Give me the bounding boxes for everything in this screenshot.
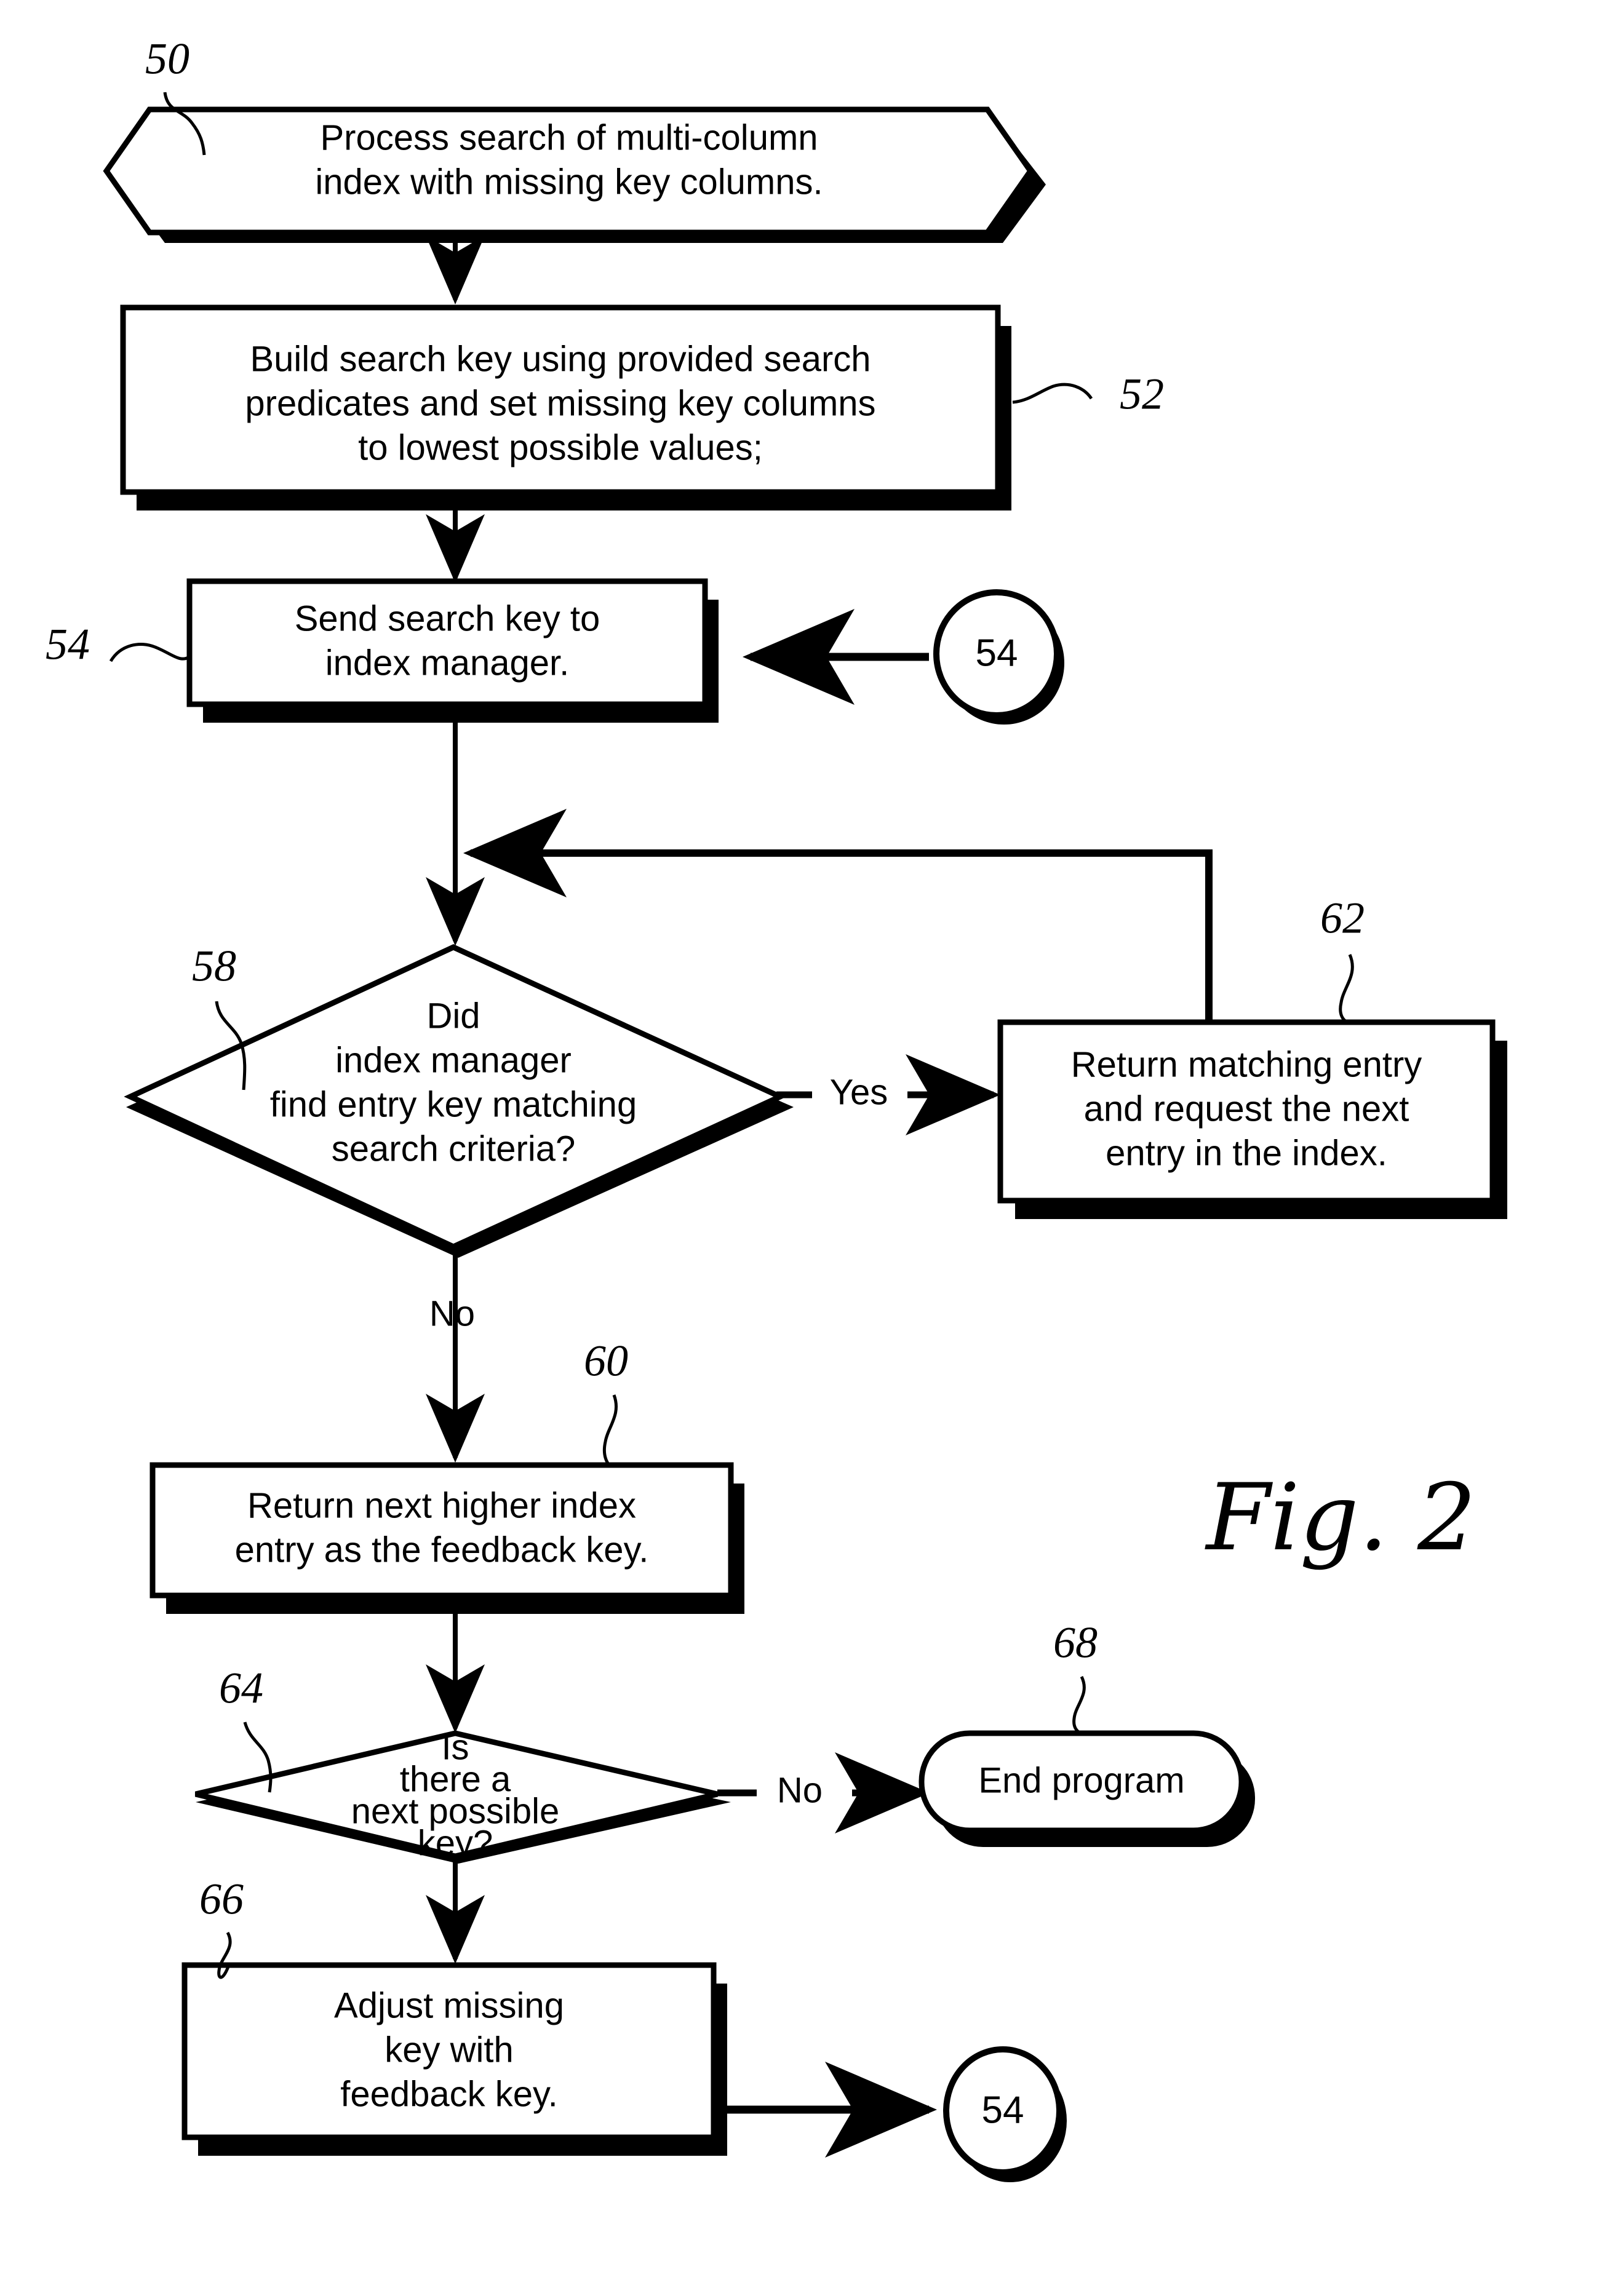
refnum-52: 52 [1012,370,1164,419]
refnum-62: 62 [1320,894,1365,1024]
node-66-line-2: feedback key. [340,2074,558,2114]
node-50-line-0: Process search of multi-column [320,117,818,157]
connector-circle-54-top-label: 54 [976,632,1018,674]
edge-label-no-64: No [777,1770,823,1810]
figure-page: Process search of multi-column index wit… [0,0,1602,2296]
node-64-line-3: key? [418,1823,493,1863]
node-66[interactable]: Adjust missing key with feedback key. [181,1962,727,2156]
svg-text:52: 52 [1120,370,1164,419]
figure-label: Fig. 2 [1205,1464,1476,1571]
node-68[interactable]: End program [919,1730,1255,1847]
connector-circle-54-bottom-label: 54 [982,2089,1024,2131]
flowchart-canvas: Process search of multi-column index wit… [46,34,1507,2182]
node-54[interactable]: Send search key to index manager. [186,578,719,723]
refnum-60: 60 [584,1337,628,1466]
node-52-line-0: Build search key using provided search [250,339,871,379]
node-58-line-3: search criteria? [332,1129,575,1169]
node-62-line-2: entry in the index. [1106,1133,1387,1173]
edge-label-yes: Yes [830,1072,888,1112]
connector-circle-54-top[interactable]: 54 [933,589,1064,725]
refnum-66: 66 [199,1875,244,1979]
node-52-line-2: to lowest possible values; [358,427,763,467]
node-54-line-0: Send search key to [295,598,600,638]
node-58-line-2: find entry key matching [270,1084,637,1124]
svg-text:64: 64 [219,1664,263,1713]
node-60[interactable]: Return next higher index entry as the fe… [149,1462,744,1614]
svg-text:54: 54 [46,620,90,669]
node-58-line-1: index manager [335,1040,572,1080]
connector-circle-54-bottom[interactable]: 54 [943,2046,1067,2182]
svg-text:62: 62 [1320,894,1365,943]
node-64[interactable]: Is there a next possible key? [194,1727,731,1864]
edge-62-feedback-to-58 [463,809,1213,1024]
node-66-line-1: key with [385,2030,514,2070]
edge-label-no-58: No [429,1293,475,1333]
node-54-line-1: index manager. [325,643,570,683]
refnum-54-box: 54 [46,620,191,669]
node-62[interactable]: Return matching entry and request the ne… [997,1019,1507,1219]
svg-text:50: 50 [145,34,189,84]
node-58-line-0: Did [426,996,480,1036]
node-66-line-0: Adjust missing [334,1985,564,2025]
node-68-label: End program [978,1760,1184,1800]
node-52-line-1: predicates and set missing key columns [245,383,875,423]
svg-text:60: 60 [584,1337,628,1386]
node-60-line-0: Return next higher index [247,1485,636,1525]
node-62-line-0: Return matching entry [1071,1044,1422,1084]
svg-text:66: 66 [199,1875,244,1924]
svg-text:58: 58 [192,942,236,991]
node-50-line-1: index with missing key columns. [315,162,823,202]
node-62-line-1: and request the next [1084,1089,1409,1129]
node-58[interactable]: Did index manager find entry key matchin… [124,944,794,1258]
svg-text:68: 68 [1053,1618,1098,1667]
node-50[interactable]: Process search of multi-column index wit… [103,106,1046,243]
node-60-line-1: entry as the feedback key. [235,1530,649,1570]
node-52[interactable]: Build search key using provided search p… [120,304,1011,510]
refnum-64: 64 [219,1664,273,1793]
refnum-68: 68 [1053,1618,1098,1735]
